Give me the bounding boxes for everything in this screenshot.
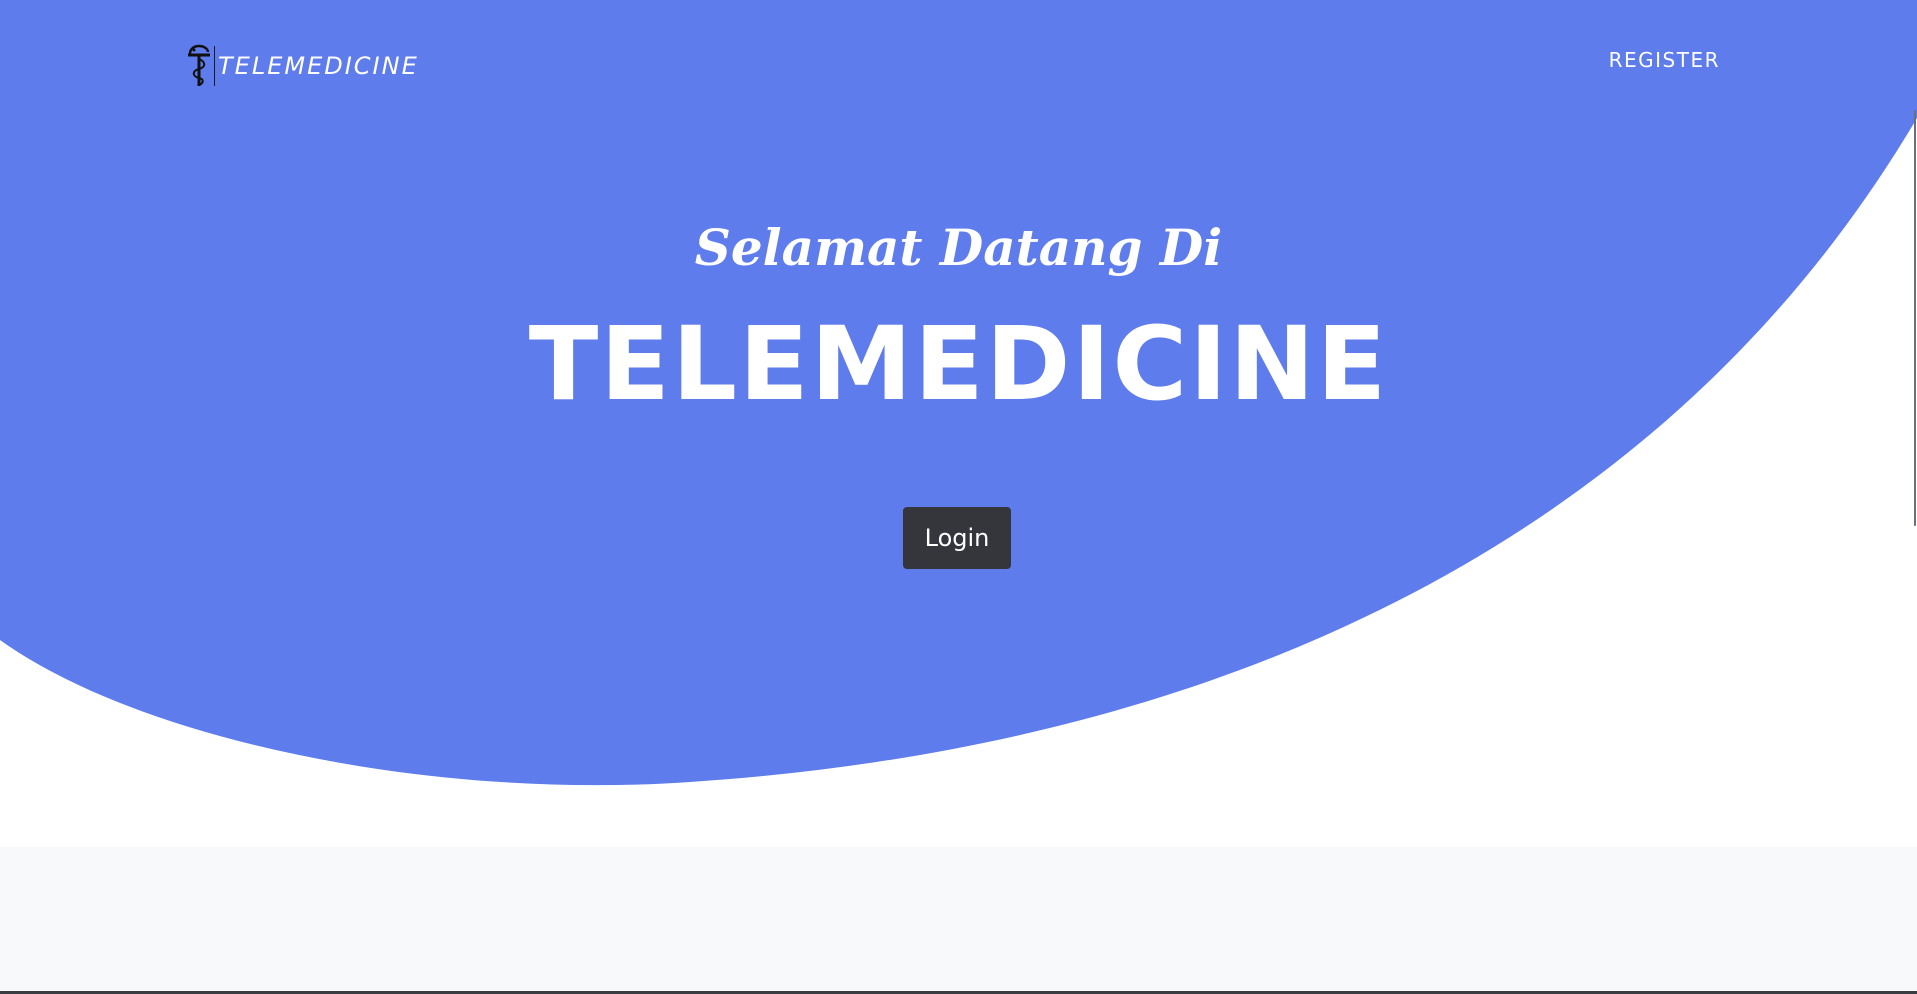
hero-title: TELEMEDICINE (528, 305, 1389, 424)
brand-name: TELEMEDICINE (218, 52, 419, 80)
hero-subtitle: Selamat Datang Di (694, 218, 1223, 277)
caduceus-logo-icon (188, 44, 210, 86)
lower-section (0, 847, 1917, 991)
landing-page: TELEMEDICINE REGISTER Selamat Datang Di … (0, 0, 1917, 994)
brand-divider (214, 46, 215, 86)
register-link[interactable]: REGISTER (1560, 48, 1720, 72)
brand-link[interactable]: TELEMEDICINE (186, 44, 419, 88)
login-button[interactable]: Login (903, 507, 1011, 569)
navbar: TELEMEDICINE REGISTER (0, 0, 1917, 130)
